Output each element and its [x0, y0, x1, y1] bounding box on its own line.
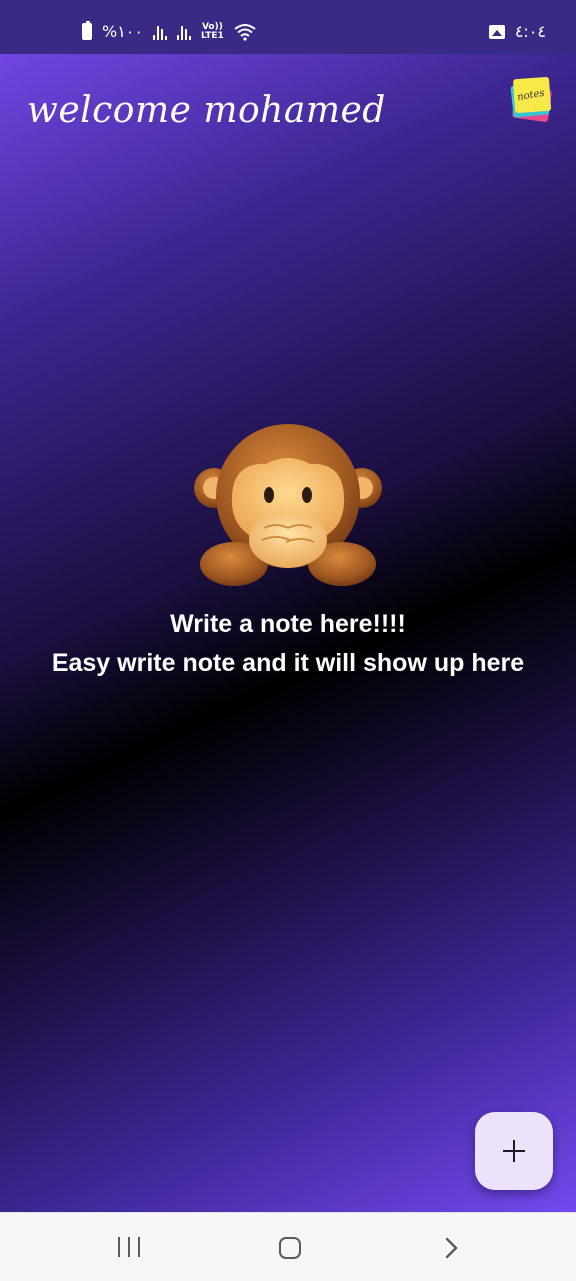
speak-no-evil-monkey-icon	[194, 424, 382, 586]
wifi-icon	[234, 23, 256, 41]
volte-icon: Vo)) LTE1	[200, 22, 224, 41]
empty-state-title: Write a note here!!!!	[170, 610, 406, 638]
signal-icon	[152, 24, 167, 40]
signal-icon	[176, 24, 191, 40]
app-background	[0, 0, 576, 1212]
status-time: ٤:٠٤	[514, 22, 546, 41]
empty-state-subtitle: Easy write note and it will show up here	[51, 649, 525, 677]
add-note-button[interactable]	[475, 1112, 553, 1190]
plus-icon	[501, 1138, 527, 1164]
status-right: ٤:٠٤	[488, 22, 546, 41]
welcome-title: welcome mohamed	[27, 90, 386, 131]
volte-bottom-label: LTE1	[200, 30, 224, 41]
recent-apps-icon[interactable]	[118, 1237, 140, 1257]
battery-percentage: %١٠٠	[102, 22, 143, 41]
home-icon[interactable]	[279, 1237, 301, 1259]
sticky-notes-logo-icon: notes	[510, 76, 552, 122]
status-left: %١٠٠ Vo)) LTE1	[82, 21, 256, 41]
gallery-icon	[488, 24, 505, 39]
system-nav-bar	[0, 1212, 576, 1281]
back-icon[interactable]	[441, 1237, 461, 1259]
status-bar: %١٠٠ Vo)) LTE1 ٤:٠٤	[0, 0, 576, 54]
battery-icon	[82, 21, 92, 40]
